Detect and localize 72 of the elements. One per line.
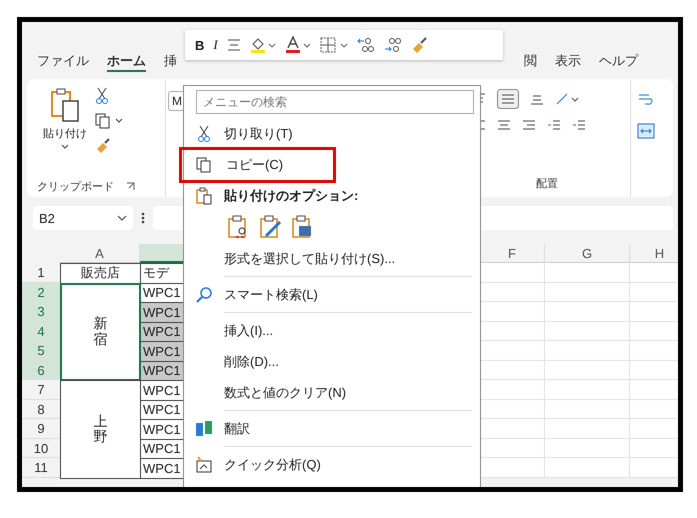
- row-number[interactable]: 7: [22, 380, 60, 400]
- menu-item[interactable]: 翻訳: [224, 416, 250, 442]
- ribbon-tab[interactable]: ファイル: [37, 52, 89, 70]
- cut-icon: [197, 124, 211, 142]
- decrease-indent-icon[interactable]: [547, 119, 561, 131]
- group-label: クリップボード: [37, 180, 114, 194]
- paste-option-icon[interactable]: [292, 215, 314, 239]
- group-label: 配置: [536, 177, 558, 191]
- row-number[interactable]: 5: [22, 341, 60, 360]
- row-number[interactable]: 11: [22, 458, 60, 478]
- ribbon-tab[interactable]: ヘルプ: [599, 52, 638, 70]
- row-number[interactable]: 6: [22, 360, 60, 380]
- search-icon: [195, 286, 213, 304]
- quick-analysis-icon: [195, 456, 213, 474]
- copy-icon[interactable]: [95, 113, 111, 129]
- borders-icon[interactable]: [320, 37, 348, 53]
- chevron-icon[interactable]: [115, 118, 123, 124]
- row-number[interactable]: 10: [22, 438, 60, 458]
- align-center-icon[interactable]: [497, 119, 511, 131]
- menu-item[interactable]: 切り取り(T): [224, 120, 293, 146]
- menu-item[interactable]: 削除(D)...: [224, 348, 279, 374]
- paste-label[interactable]: 貼り付け: [43, 126, 87, 141]
- italic-button[interactable]: I: [213, 37, 218, 53]
- column-header[interactable]: F: [480, 244, 545, 263]
- name-box[interactable]: B2: [33, 206, 133, 230]
- paste-icon[interactable]: [50, 87, 80, 123]
- column-header[interactable]: A: [60, 244, 140, 263]
- copy-icon: [196, 156, 212, 172]
- increase-decimal-icon[interactable]: [356, 37, 375, 53]
- row-number[interactable]: 8: [22, 400, 60, 419]
- align-center-icon[interactable]: [226, 39, 241, 51]
- increase-indent-icon[interactable]: [572, 119, 586, 131]
- menu-item[interactable]: 挿入(I)...: [224, 318, 274, 344]
- font-color-icon[interactable]: [284, 36, 311, 54]
- fill-color-icon[interactable]: [250, 36, 276, 54]
- bold-button[interactable]: B: [195, 38, 204, 52]
- table-cell: 新宿: [60, 282, 141, 381]
- table-cell: 上野: [60, 380, 141, 478]
- row-number[interactable]: 9: [22, 419, 60, 438]
- row-number[interactable]: 4: [22, 322, 60, 341]
- table-cell: 販売店: [60, 263, 141, 284]
- row-number[interactable]: 3: [22, 302, 60, 322]
- ribbon-tab[interactable]: 閲: [524, 52, 537, 70]
- menu-item[interactable]: クイック分析(Q): [224, 452, 321, 478]
- row-number[interactable]: 2: [22, 282, 60, 302]
- format-painter-icon[interactable]: [410, 37, 429, 53]
- format-painter-icon[interactable]: [95, 137, 111, 153]
- menu-item[interactable]: 数式と値のクリア(N): [224, 380, 346, 406]
- paste-icon: [196, 186, 212, 204]
- dialog-launcher-icon[interactable]: [126, 182, 135, 190]
- align-right-icon[interactable]: [522, 119, 536, 131]
- bottom-align-icon[interactable]: [530, 93, 544, 105]
- menu-item[interactable]: スマート検索(L): [224, 282, 318, 308]
- more-icon[interactable]: [141, 211, 145, 225]
- row-number[interactable]: 1: [22, 263, 60, 282]
- column-header[interactable]: H: [630, 244, 678, 263]
- decrease-decimal-icon[interactable]: [384, 37, 402, 53]
- menu-search-field[interactable]: メニューの検索: [196, 90, 474, 114]
- middle-align-icon[interactable]: [497, 89, 519, 109]
- column-header[interactable]: G: [545, 244, 630, 263]
- ribbon-tab[interactable]: 挿: [164, 52, 177, 70]
- menu-item[interactable]: 形式を選択して貼り付け(S)...: [224, 246, 396, 272]
- menu-section-header: 貼り付けのオプション:: [224, 186, 358, 204]
- merge-cells-icon[interactable]: [637, 123, 655, 139]
- paste-option-icon[interactable]: [260, 215, 282, 239]
- translate-icon: [195, 420, 213, 438]
- cut-icon[interactable]: [95, 87, 109, 105]
- menu-item[interactable]: コピー(C): [182, 150, 334, 180]
- chevron-icon[interactable]: [61, 144, 69, 150]
- ribbon-tab[interactable]: ホーム: [107, 52, 146, 72]
- ribbon-tab[interactable]: 表示: [555, 52, 581, 70]
- orientation-icon[interactable]: [555, 92, 579, 106]
